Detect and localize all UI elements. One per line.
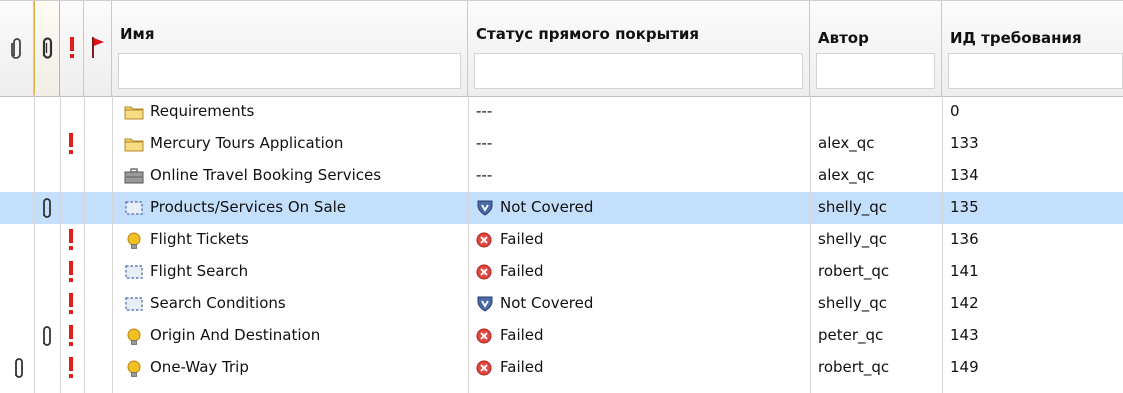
link-attachment-column-header[interactable] xyxy=(34,1,60,96)
requirement-name[interactable]: Requirements xyxy=(150,102,254,120)
req-id-cell: 134 xyxy=(950,166,979,184)
exclamation-icon xyxy=(66,356,76,380)
req-id-cell: 136 xyxy=(950,230,979,248)
exclamation-icon xyxy=(66,324,76,348)
name-column-header[interactable]: Имя xyxy=(112,1,468,96)
column-divider xyxy=(112,95,113,393)
author-cell: shelly_qc xyxy=(818,294,888,312)
coverage-status: Failed xyxy=(500,230,544,248)
requirement-name[interactable]: Online Travel Booking Services xyxy=(150,166,381,184)
author-filter-input[interactable] xyxy=(816,53,935,89)
table-row[interactable]: Online Travel Booking Services --- alex_qc… xyxy=(0,160,1123,192)
author-cell: peter_qc xyxy=(818,326,884,344)
priority-column-header[interactable] xyxy=(60,1,84,96)
author-cell: shelly_qc xyxy=(818,230,888,248)
coverage-column-label: Статус прямого покрытия xyxy=(476,25,700,43)
requirements-grid: Имя Статус прямого покрытия Автор ИД тре… xyxy=(0,0,1123,393)
author-cell: alex_qc xyxy=(818,166,875,184)
attachment-column-header[interactable] xyxy=(0,1,34,96)
table-row[interactable]: Requirements --- 0 xyxy=(0,96,1123,128)
coverage-status: Not Covered xyxy=(500,198,594,216)
requirement-name[interactable]: Flight Tickets xyxy=(150,230,249,248)
table-row[interactable]: Flight Search Failed robert_qc 141 xyxy=(0,256,1123,288)
column-divider xyxy=(468,95,469,393)
req-id-cell: 142 xyxy=(950,294,979,312)
coverage-column-header[interactable]: Статус прямого покрытия xyxy=(468,1,810,96)
paperclip-icon[interactable] xyxy=(40,324,54,348)
coverage-status: --- xyxy=(476,166,493,184)
paperclip-icon[interactable] xyxy=(12,356,26,380)
req-id-filter-input[interactable] xyxy=(948,53,1123,89)
coverage-status: Failed xyxy=(500,358,544,376)
exclamation-icon xyxy=(66,228,76,252)
coverage-status: Not Covered xyxy=(500,294,594,312)
dashed-box-icon xyxy=(124,264,144,284)
coverage-filter-input[interactable] xyxy=(474,53,803,89)
req-id-column-label: ИД требования xyxy=(950,29,1082,47)
requirement-name[interactable]: Products/Services On Sale xyxy=(150,198,346,216)
table-row[interactable]: One-Way Trip Failed robert_qc 149 xyxy=(0,352,1123,384)
req-id-column-header[interactable]: ИД требования xyxy=(942,1,1123,96)
failed-icon xyxy=(476,360,492,380)
lightbulb-icon xyxy=(124,328,144,350)
flag-icon xyxy=(92,37,104,58)
requirement-name[interactable]: One-Way Trip xyxy=(150,358,249,376)
folder-icon xyxy=(124,136,144,156)
req-id-cell: 133 xyxy=(950,134,979,152)
requirement-name[interactable]: Origin And Destination xyxy=(150,326,320,344)
author-cell: robert_qc xyxy=(818,358,890,376)
exclamation-icon xyxy=(66,292,76,316)
req-id-cell: 149 xyxy=(950,358,979,376)
not-covered-icon xyxy=(476,296,494,316)
grid-header: Имя Статус прямого покрытия Автор ИД тре… xyxy=(0,0,1123,97)
table-row[interactable]: Origin And Destination Failed peter_qc 143 xyxy=(0,320,1123,352)
failed-icon xyxy=(476,264,492,284)
author-cell: alex_qc xyxy=(818,134,875,152)
lightbulb-icon xyxy=(124,232,144,254)
req-id-cell: 141 xyxy=(950,262,979,280)
requirement-name[interactable]: Flight Search xyxy=(150,262,248,280)
req-id-cell: 143 xyxy=(950,326,979,344)
requirement-name[interactable]: Search Conditions xyxy=(150,294,286,312)
exclamation-icon xyxy=(66,260,76,284)
req-id-cell: 135 xyxy=(950,198,979,216)
paperclip-icon xyxy=(42,37,53,59)
column-divider xyxy=(942,95,943,393)
not-covered-icon xyxy=(476,200,494,220)
dashed-box-icon xyxy=(124,200,144,220)
table-row[interactable]: Search Conditions Not Covered shelly_qc 142 xyxy=(0,288,1123,320)
author-cell: shelly_qc xyxy=(818,198,888,216)
column-divider xyxy=(60,95,61,393)
name-column-label: Имя xyxy=(120,25,155,43)
coverage-status: --- xyxy=(476,134,493,152)
requirement-name[interactable]: Mercury Tours Application xyxy=(150,134,343,152)
req-id-cell: 0 xyxy=(950,102,960,120)
exclamation-icon xyxy=(70,37,74,58)
coverage-status: --- xyxy=(476,102,493,120)
column-divider xyxy=(810,95,811,393)
name-filter-input[interactable] xyxy=(118,53,461,89)
failed-icon xyxy=(476,232,492,252)
table-row[interactable]: Flight Tickets Failed shelly_qc 136 xyxy=(0,224,1123,256)
paperclip-icon xyxy=(11,38,21,59)
table-row[interactable]: Products/Services On Sale Not Covered shel… xyxy=(0,192,1123,224)
column-divider xyxy=(84,95,85,393)
folder-icon xyxy=(124,104,144,124)
coverage-status: Failed xyxy=(500,262,544,280)
author-column-label: Автор xyxy=(818,29,869,47)
exclamation-icon xyxy=(66,132,76,156)
paperclip-icon[interactable] xyxy=(40,196,54,220)
dashed-box-icon xyxy=(124,296,144,316)
coverage-status: Failed xyxy=(500,326,544,344)
author-cell: robert_qc xyxy=(818,262,890,280)
author-column-header[interactable]: Автор xyxy=(810,1,942,96)
flag-column-header[interactable] xyxy=(84,1,112,96)
briefcase-icon xyxy=(124,168,144,188)
lightbulb-icon xyxy=(124,360,144,382)
failed-icon xyxy=(476,328,492,348)
column-divider xyxy=(34,95,35,393)
table-row[interactable]: Mercury Tours Application --- alex_qc 133 xyxy=(0,128,1123,160)
